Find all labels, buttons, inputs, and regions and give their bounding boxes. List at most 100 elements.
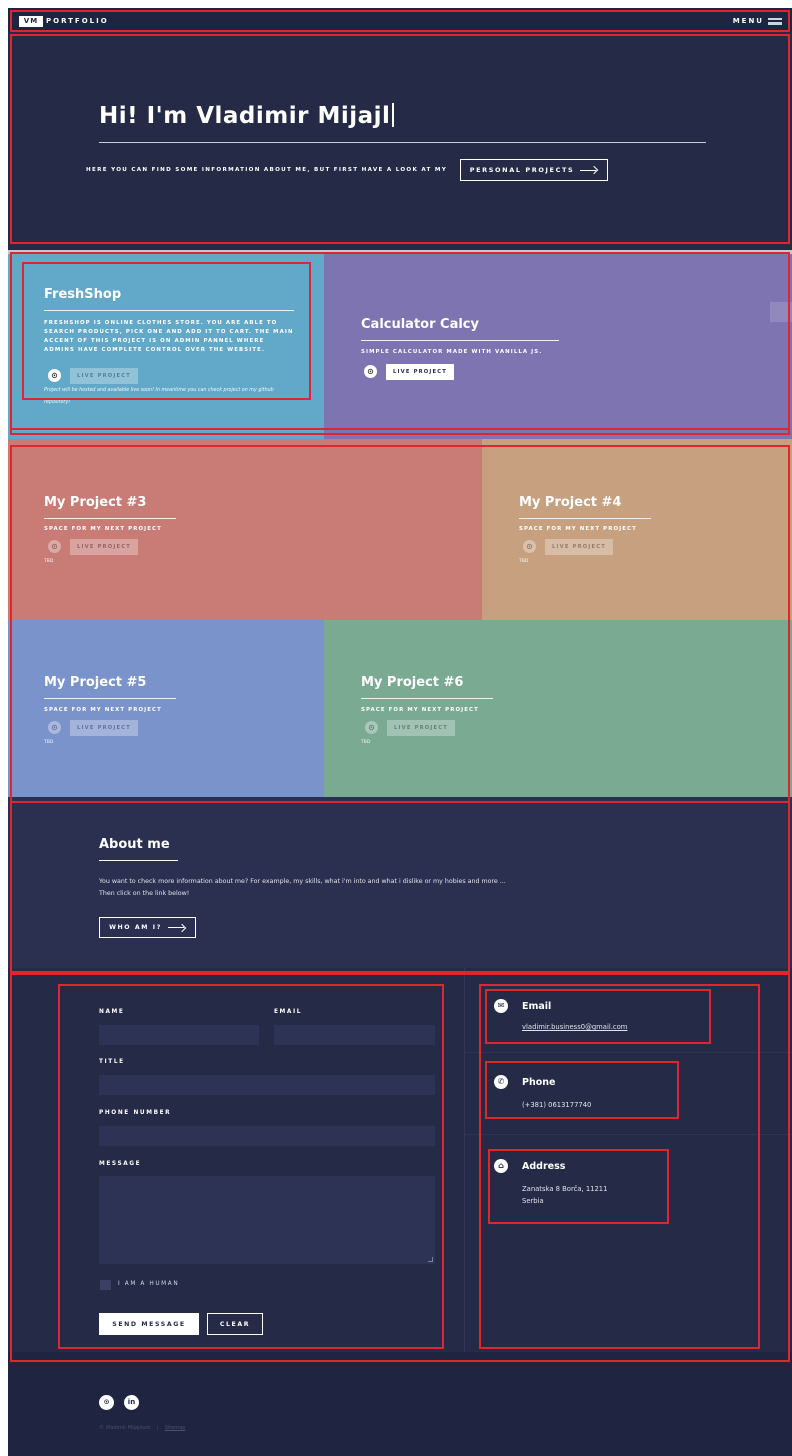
project-divider xyxy=(519,518,651,519)
project-divider xyxy=(361,340,559,341)
project-tbd: TBD xyxy=(361,740,371,745)
title-input[interactable] xyxy=(99,1075,435,1095)
footer: ⊙ in © Vladimir Mijajlović | Sitemap xyxy=(8,1352,792,1456)
project-description: FRESHSHOP IS ONLINE CLOTHES STORE. YOU A… xyxy=(44,320,294,353)
name-label: NAME xyxy=(99,1009,125,1015)
project-description: SIMPLE CALCULATOR MADE WITH VANILLA JS. xyxy=(361,349,543,355)
page: VM PORTFOLIO MENU Hi! I'm Vladimir Mijaj… xyxy=(8,8,792,1456)
github-icon[interactable]: ⊙ xyxy=(48,721,61,734)
live-project-button[interactable]: LIVE PROJECT xyxy=(386,364,454,380)
contact-separator xyxy=(465,1134,792,1135)
email-title: Email xyxy=(522,1001,552,1012)
hamburger-icon[interactable] xyxy=(768,18,782,25)
typing-cursor xyxy=(392,103,395,127)
email-label: EMAIL xyxy=(274,1009,303,1015)
project-description: SPACE FOR MY NEXT PROJECT xyxy=(44,707,162,713)
project-description: SPACE FOR MY NEXT PROJECT xyxy=(519,526,637,532)
email-input[interactable] xyxy=(274,1025,435,1045)
project-card-4: My Project #4 SPACE FOR MY NEXT PROJECT … xyxy=(482,439,792,620)
github-icon[interactable]: ⊙ xyxy=(99,1395,114,1410)
phone-value: (+381) 0613177740 xyxy=(522,1101,592,1109)
side-scroll-tab[interactable] xyxy=(770,302,792,322)
project-tbd: TBD xyxy=(44,559,54,564)
phone-title: Phone xyxy=(522,1077,556,1088)
footer-separator: | xyxy=(157,1425,159,1431)
live-project-button[interactable]: LIVE PROJECT xyxy=(70,368,138,384)
project-divider xyxy=(44,698,176,699)
github-icon[interactable]: ⊙ xyxy=(48,369,61,382)
project-title: My Project #6 xyxy=(361,675,464,690)
project-divider xyxy=(361,698,493,699)
about-divider xyxy=(99,860,178,861)
live-project-button[interactable]: LIVE PROJECT xyxy=(70,720,138,736)
title-label: TITLE xyxy=(99,1059,125,1065)
project-note: Project will be hosted and available liv… xyxy=(44,388,274,405)
address-title: Address xyxy=(522,1161,566,1172)
top-nav: VM PORTFOLIO MENU xyxy=(8,8,792,32)
phone-input[interactable] xyxy=(99,1126,435,1146)
hero-title: Hi! I'm Vladimir Mijajl xyxy=(99,103,395,129)
project-card-calculator: Calculator Calcy SIMPLE CALCULATOR MADE … xyxy=(324,254,792,439)
github-icon[interactable]: ⊙ xyxy=(364,365,377,378)
hero-divider xyxy=(99,142,706,143)
project-title: My Project #5 xyxy=(44,675,147,690)
message-textarea[interactable] xyxy=(99,1176,435,1264)
project-title: My Project #3 xyxy=(44,495,147,510)
project-card-5: My Project #5 SPACE FOR MY NEXT PROJECT … xyxy=(8,620,324,797)
clear-button[interactable]: CLEAR xyxy=(207,1313,263,1335)
project-tbd: TBD xyxy=(519,559,529,564)
project-card-6: My Project #6 SPACE FOR MY NEXT PROJECT … xyxy=(324,620,792,797)
project-card-3: My Project #3 SPACE FOR MY NEXT PROJECT … xyxy=(8,439,482,620)
email-link[interactable]: vladimir.business0@gmail.com xyxy=(522,1021,627,1033)
address-line1: Zanatska 8 Borča, 11211 xyxy=(522,1185,608,1193)
copyright-text: © Vladimir Mijajlović xyxy=(99,1425,152,1431)
project-description: SPACE FOR MY NEXT PROJECT xyxy=(361,707,479,713)
personal-projects-button[interactable]: PERSONAL PROJECTS xyxy=(460,159,608,181)
project-tbd: TBD xyxy=(44,740,54,745)
resize-handle-icon[interactable] xyxy=(428,1257,433,1262)
who-am-i-label: WHO AM I? xyxy=(109,924,162,931)
address-line2: Serbia xyxy=(522,1197,544,1205)
about-section: About me You want to check more informat… xyxy=(8,797,792,968)
project-title: My Project #4 xyxy=(519,495,622,510)
contact-separator xyxy=(465,1052,792,1053)
footer-copyright: © Vladimir Mijajlović | Sitemap xyxy=(99,1425,185,1431)
phone-icon: ✆ xyxy=(494,1075,508,1089)
hero-section: Hi! I'm Vladimir Mijajl HERE YOU CAN FIN… xyxy=(8,32,792,250)
who-am-i-button[interactable]: WHO AM I? xyxy=(99,917,196,938)
logo-text[interactable]: PORTFOLIO xyxy=(46,15,109,27)
sitemap-link[interactable]: Sitemap xyxy=(165,1425,186,1431)
github-icon[interactable]: ⊙ xyxy=(523,540,536,553)
github-icon[interactable]: ⊙ xyxy=(365,721,378,734)
contact-section: NAME EMAIL TITLE PHONE NUMBER MESSAGE I … xyxy=(8,968,792,1352)
phone-label: PHONE NUMBER xyxy=(99,1110,172,1116)
message-label: MESSAGE xyxy=(99,1161,142,1167)
live-project-button[interactable]: LIVE PROJECT xyxy=(70,539,138,555)
project-divider xyxy=(44,310,294,311)
project-card-freshshop: FreshShop FRESHSHOP IS ONLINE CLOTHES ST… xyxy=(8,254,324,439)
about-text-line1: You want to check more information about… xyxy=(99,878,506,885)
project-title: FreshShop xyxy=(44,287,122,302)
arrow-right-icon xyxy=(167,924,186,932)
address-value: Zanatska 8 Borča, 11211 Serbia xyxy=(522,1183,607,1207)
hero-subtitle: HERE YOU CAN FIND SOME INFORMATION ABOUT… xyxy=(86,167,448,173)
envelope-icon: ✉ xyxy=(494,999,508,1013)
human-checkbox-label: I AM A HUMAN xyxy=(118,1281,180,1287)
contact-column-divider xyxy=(464,968,465,1352)
live-project-button[interactable]: LIVE PROJECT xyxy=(387,720,455,736)
live-project-button[interactable]: LIVE PROJECT xyxy=(545,539,613,555)
about-text: You want to check more information about… xyxy=(99,876,506,900)
home-icon: ⌂ xyxy=(494,1159,508,1173)
menu-label[interactable]: MENU xyxy=(733,15,764,27)
human-checkbox[interactable] xyxy=(100,1280,111,1290)
linkedin-icon[interactable]: in xyxy=(124,1395,139,1410)
logo-mark[interactable]: VM xyxy=(19,16,43,27)
hero-title-text: Hi! I'm Vladimir Mijajl xyxy=(99,103,391,129)
personal-projects-label: PERSONAL PROJECTS xyxy=(469,166,575,174)
about-text-line2: Then click on the link below! xyxy=(99,890,190,897)
name-input[interactable] xyxy=(99,1025,259,1045)
project-divider xyxy=(44,518,176,519)
project-title: Calculator Calcy xyxy=(361,317,479,332)
github-icon[interactable]: ⊙ xyxy=(48,540,61,553)
send-message-button[interactable]: SEND MESSAGE xyxy=(99,1313,199,1335)
